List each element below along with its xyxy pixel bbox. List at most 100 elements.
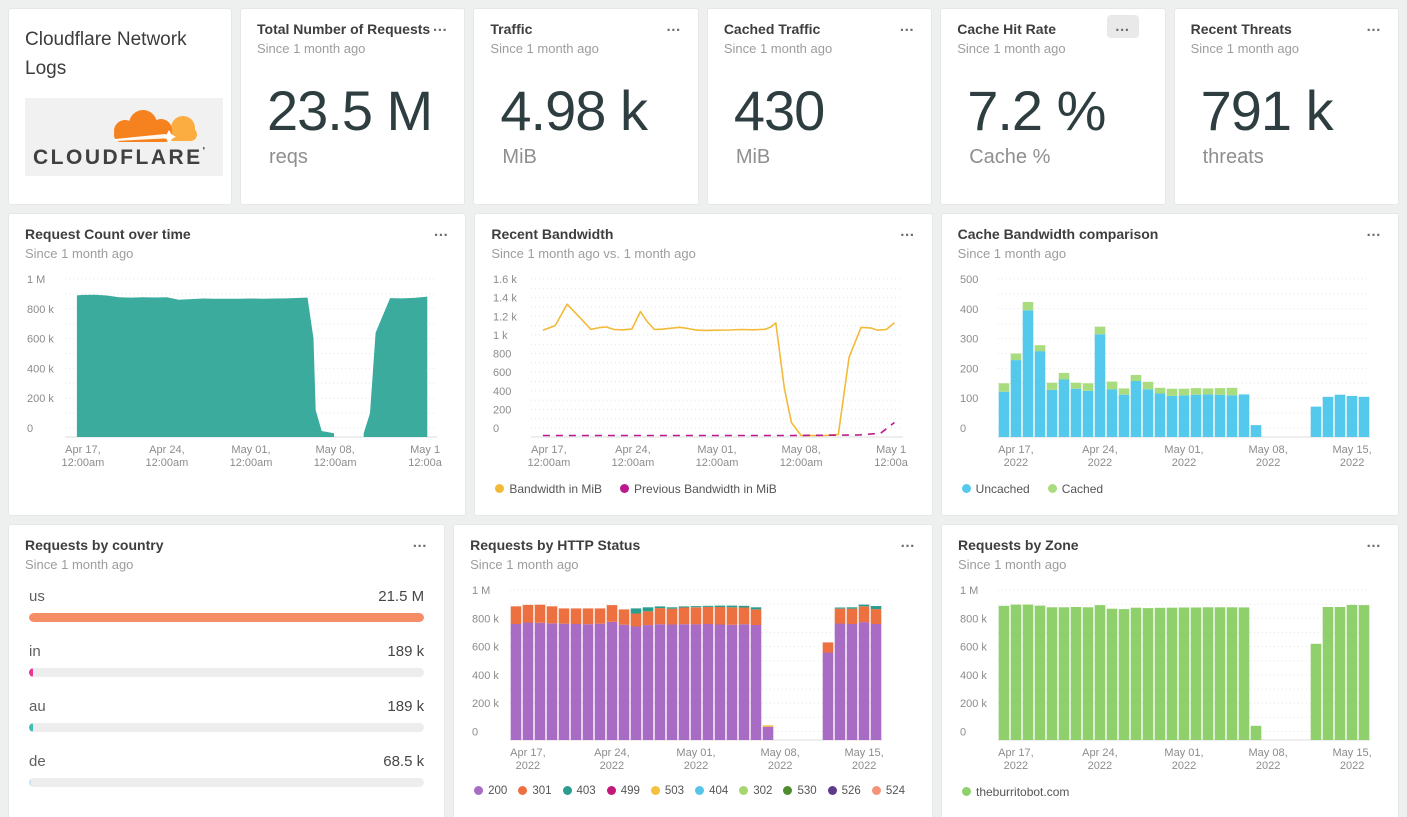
- panel-menu-button[interactable]: …: [896, 531, 920, 554]
- svg-text:1 M: 1 M: [27, 274, 45, 286]
- svg-text:12:00a: 12:00a: [875, 457, 910, 469]
- legend-item[interactable]: theburritobot.com: [962, 785, 1069, 799]
- panel-menu-button[interactable]: …: [428, 15, 452, 38]
- legend-label: 301: [532, 784, 552, 797]
- country-bar-track: [29, 777, 425, 787]
- legend-color-dot: [1047, 484, 1057, 493]
- svg-text:May 01,: May 01,: [677, 747, 716, 759]
- legend: Uncached Cached: [958, 482, 1382, 496]
- zone-bar-chart[interactable]: 1 M 800 k 600 k 400 k 200 k 0 Apr 17, 2022 Apr 2…: [958, 582, 1382, 779]
- panel-menu-button[interactable]: …: [1362, 531, 1386, 554]
- panel-menu-button[interactable]: …: [1362, 220, 1386, 243]
- legend-color-dot: [962, 787, 971, 796]
- panel-subtitle: Since 1 month ago: [957, 40, 1066, 56]
- country-row-header: in 189 k: [29, 643, 424, 660]
- request-count-area-chart[interactable]: 1 M 800 k 600 k 400 k 200 k 0 Apr 17, 12:00am Ap…: [25, 271, 449, 476]
- panel-title: Total Number of Requests: [257, 21, 431, 37]
- svg-text:Apr 17,: Apr 17,: [531, 444, 566, 456]
- svg-text:200 k: 200 k: [472, 698, 499, 710]
- svg-text:600 k: 600 k: [27, 333, 54, 345]
- svg-text:400: 400: [493, 385, 511, 397]
- legend-item[interactable]: Cached: [1047, 482, 1103, 496]
- panel-subtitle: Since 1 month ago: [25, 556, 134, 572]
- recent-bandwidth-line-chart[interactable]: 1.6 k 1.4 k 1.2 k1 k 800 600 400 200 0 Apr 17, 12…: [491, 271, 915, 476]
- legend-label: Uncached: [975, 481, 1030, 496]
- legend-label: 499: [620, 784, 640, 797]
- svg-text:May 15,: May 15,: [1333, 747, 1372, 759]
- country-value: 189 k: [387, 642, 425, 660]
- panel-menu-button[interactable]: …: [408, 531, 432, 554]
- panel-menu-button[interactable]: …: [662, 15, 686, 38]
- svg-text:100: 100: [960, 393, 978, 405]
- http-status-bar-chart[interactable]: 1 M 800 k 600 k 400 k 200 k 0 Apr 17, 2022 Apr 2…: [470, 582, 916, 779]
- legend-label: 302: [753, 784, 773, 797]
- svg-text:600: 600: [493, 367, 511, 379]
- panel-subtitle: Since 1 month ago: [958, 556, 1067, 572]
- panel-subtitle: Since 1 month ago: [490, 40, 599, 56]
- panel-menu-button[interactable]: …: [896, 220, 920, 243]
- country-bar-list: us 21.5 M in 189 k au 189 k de 68.5 k: [25, 588, 428, 787]
- svg-text:2022: 2022: [1088, 760, 1112, 772]
- legend-item[interactable]: Previous Bandwidth in MiB: [620, 482, 777, 496]
- svg-text:2022: 2022: [1004, 760, 1028, 772]
- legend-color-dot: [606, 786, 616, 795]
- legend-item[interactable]: 302: [739, 785, 772, 797]
- panel-menu-button[interactable]: …: [895, 15, 919, 38]
- svg-text:300: 300: [960, 333, 978, 345]
- cloudflare-logo: CLOUDFLARE': [25, 97, 223, 176]
- panel-title: Cached Traffic: [723, 21, 821, 37]
- legend-color-dot: [518, 786, 528, 795]
- svg-text:12:00am: 12:00am: [61, 457, 104, 469]
- svg-text:12:00am: 12:00am: [612, 457, 655, 469]
- legend-label: 403: [576, 784, 596, 797]
- stat-row: Cloudflare Network Logs CLOUDFLARE' Tota…: [8, 8, 1400, 205]
- svg-text:400 k: 400 k: [472, 669, 499, 681]
- dashboard: Cloudflare Network Logs CLOUDFLARE' Tota…: [0, 0, 1407, 817]
- legend-item[interactable]: 526: [827, 785, 861, 797]
- legend-color-dot: [871, 786, 881, 795]
- svg-text:May 15,: May 15,: [1332, 444, 1371, 456]
- panel-menu-button[interactable]: …: [1362, 15, 1386, 38]
- svg-text:May 01,: May 01,: [698, 444, 737, 456]
- legend-item[interactable]: 530: [783, 785, 817, 797]
- svg-text:600 k: 600 k: [472, 641, 499, 653]
- panel-title: Traffic: [490, 21, 533, 37]
- svg-text:May 08,: May 08,: [782, 444, 821, 456]
- svg-text:2022: 2022: [684, 760, 708, 772]
- legend-item[interactable]: 200: [474, 785, 507, 797]
- svg-text:600 k: 600 k: [960, 641, 987, 653]
- svg-text:0: 0: [493, 423, 499, 435]
- svg-text:2022: 2022: [1340, 760, 1364, 772]
- legend-item[interactable]: 503: [650, 785, 684, 797]
- panel-menu-button[interactable]: …: [1106, 15, 1139, 38]
- cache-bandwidth-bar-chart[interactable]: 500 400 300 200 100 0 Apr 17, 2022 Apr 24, 2022 Ma…: [958, 271, 1382, 476]
- svg-text:200: 200: [960, 363, 978, 375]
- svg-text:May 08,: May 08,: [1248, 444, 1287, 456]
- legend-item[interactable]: Bandwidth in MiB: [495, 482, 602, 496]
- legend-color-dot: [620, 484, 630, 493]
- panel-title: Requests by HTTP Status: [470, 537, 641, 553]
- svg-text:200: 200: [493, 404, 511, 416]
- legend-item[interactable]: 301: [518, 784, 552, 797]
- legend-item[interactable]: 403: [562, 784, 596, 797]
- panel-subtitle: Since 1 month ago: [723, 40, 833, 56]
- svg-text:800 k: 800 k: [960, 613, 987, 625]
- svg-text:1.2 k: 1.2 k: [493, 311, 517, 323]
- country-bar-fill: [29, 777, 32, 787]
- panel-menu-button[interactable]: …: [429, 220, 453, 243]
- svg-text:Apr 17,: Apr 17,: [998, 747, 1033, 759]
- brand-panel: Cloudflare Network Logs CLOUDFLARE': [8, 8, 232, 205]
- legend-item[interactable]: 404: [695, 785, 728, 797]
- legend-color-dot: [562, 786, 572, 795]
- svg-text:2022: 2022: [600, 760, 624, 772]
- svg-text:Apr 24,: Apr 24,: [1082, 444, 1117, 456]
- svg-text:May 1: May 1: [876, 444, 906, 456]
- legend-item[interactable]: 524: [871, 785, 905, 797]
- svg-text:Apr 17,: Apr 17,: [65, 444, 100, 456]
- country-row: in 189 k: [29, 643, 425, 677]
- legend-item[interactable]: Uncached: [961, 481, 1030, 496]
- country-row-header: au 189 k: [29, 698, 424, 715]
- svg-text:800 k: 800 k: [27, 303, 54, 315]
- legend-item[interactable]: 499: [606, 784, 640, 797]
- country-value: 189 k: [387, 697, 425, 715]
